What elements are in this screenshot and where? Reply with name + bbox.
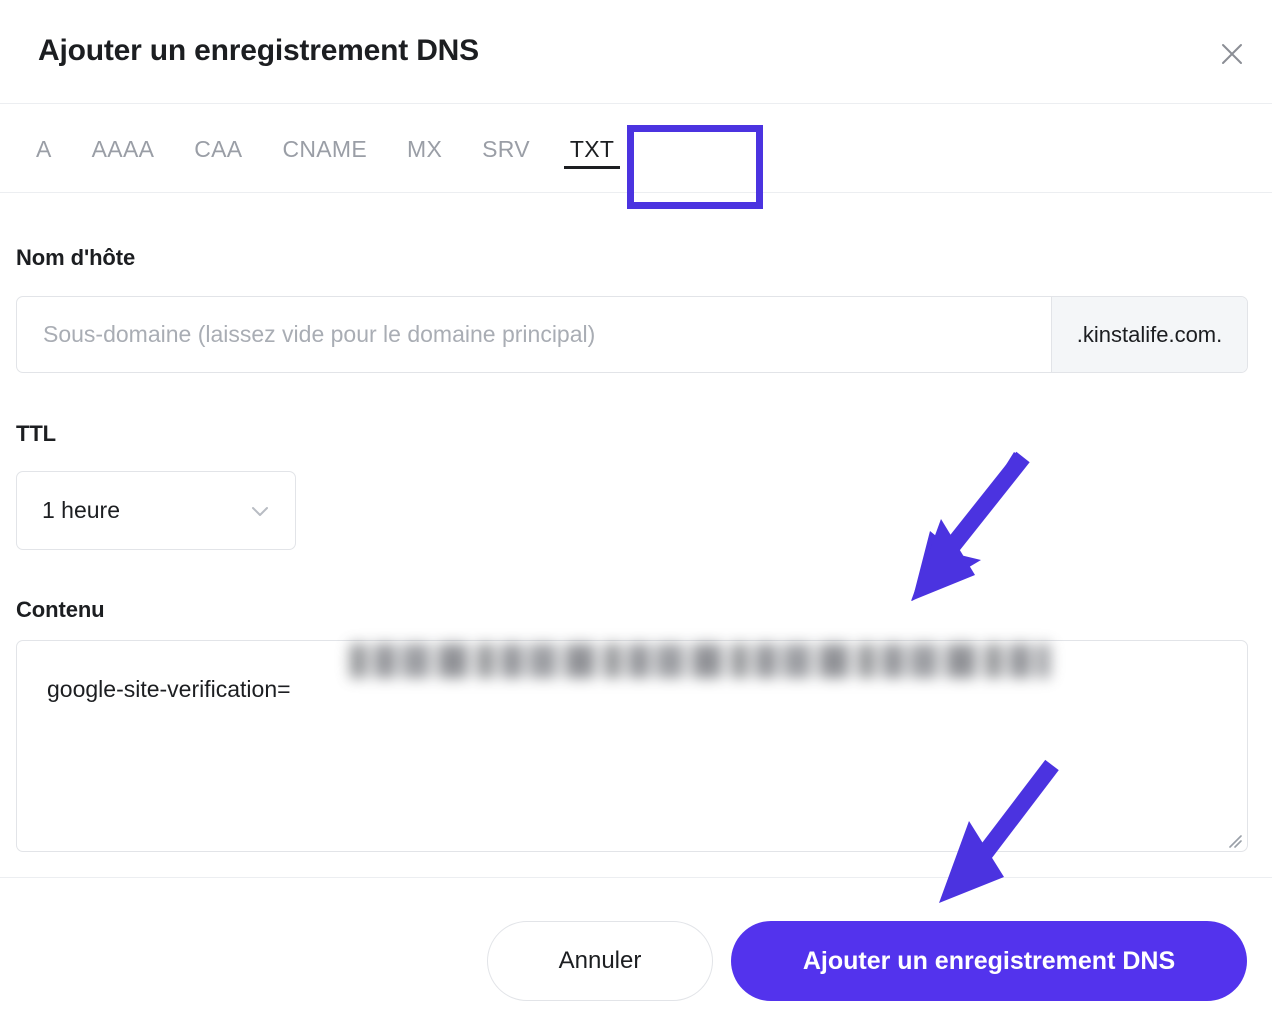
record-type-tabs: A AAAA CAA CNAME MX SRV TXT [0,105,1272,193]
content-value: google-site-verification= [47,676,291,702]
ttl-select[interactable]: 1 heure [16,471,296,550]
tab-srv[interactable]: SRV [462,105,550,193]
close-button[interactable] [1212,34,1252,74]
ttl-label: TTL [16,421,57,446]
dialog-footer: Annuler Ajouter un enregistrement DNS [0,877,1272,1026]
add-dns-record-button[interactable]: Ajouter un enregistrement DNS [731,921,1247,1001]
tab-txt[interactable]: TXT [550,105,634,193]
content-label: Contenu [16,597,105,622]
tab-cname[interactable]: CNAME [262,105,387,193]
page-title: Ajouter un enregistrement DNS [38,34,479,67]
close-icon [1219,41,1245,67]
hostname-field-group: .kinstalife.com. [16,296,1248,373]
dialog-body: Nom d'hôte .kinstalife.com. TTL 1 heure … [0,193,1272,877]
resize-handle-icon[interactable] [1224,830,1242,848]
chevron-down-icon [247,498,273,524]
content-textarea[interactable]: google-site-verification= [16,640,1248,852]
cancel-button[interactable]: Annuler [487,921,713,1001]
dialog-header: Ajouter un enregistrement DNS [0,0,1272,104]
tab-mx[interactable]: MX [387,105,462,193]
hostname-domain-suffix: .kinstalife.com. [1051,297,1247,372]
add-dns-record-dialog: Ajouter un enregistrement DNS A AAAA CAA CN… [0,0,1272,1026]
ttl-selected-value: 1 heure [42,497,121,523]
hostname-input[interactable] [17,297,1051,372]
tab-caa[interactable]: CAA [174,105,262,193]
hostname-label: Nom d'hôte [16,245,136,270]
tab-aaaa[interactable]: AAAA [72,105,175,193]
tab-a[interactable]: A [16,105,72,193]
